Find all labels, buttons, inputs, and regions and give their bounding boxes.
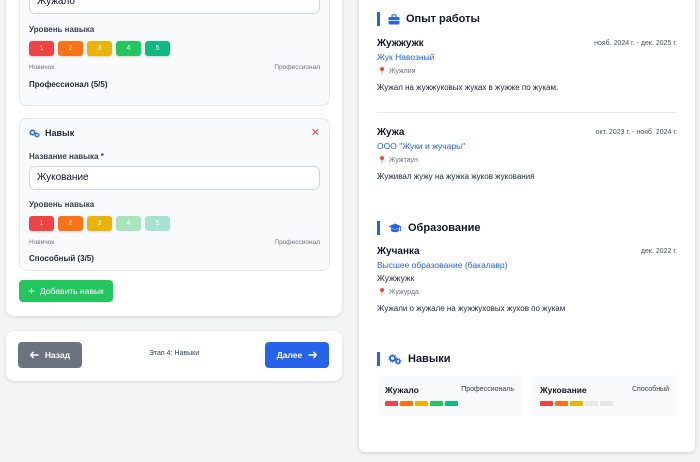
skill-1-level-1-button[interactable]: 1 bbox=[29, 41, 54, 56]
map-pin-icon: 📍 bbox=[377, 288, 387, 297]
gears-icon bbox=[388, 353, 402, 365]
skill-1-level-4-button[interactable]: 4 bbox=[116, 41, 141, 56]
section-accent-bar bbox=[377, 12, 380, 26]
skill-1-level-selector: 1 2 3 4 5 bbox=[29, 41, 170, 56]
entry-description: Жужали о жужале на жужжуховых жухов по ж… bbox=[377, 304, 566, 313]
skill-summary-card: Жукование Способный bbox=[532, 376, 677, 416]
skill-level-bars bbox=[385, 401, 458, 406]
gears-icon bbox=[29, 128, 40, 138]
section-accent-bar bbox=[377, 352, 380, 366]
resume-preview: Опыт работы Жужжужк нояб. 2024 г. - дек.… bbox=[359, 0, 695, 452]
skill-name: Жукование bbox=[540, 385, 587, 395]
degree: Высшее образование (бакалавр) bbox=[377, 260, 508, 270]
skill-2-level-2-button[interactable]: 2 bbox=[58, 216, 83, 231]
skill-level: Профессиональ bbox=[461, 386, 514, 393]
scale-max-label: Профессионал bbox=[274, 64, 320, 71]
next-label: Далее bbox=[276, 350, 303, 360]
education-title: Образование bbox=[408, 222, 481, 234]
skill-2-level-selector: 1 2 3 4 5 bbox=[29, 216, 170, 231]
level-bar bbox=[445, 401, 458, 406]
skill-2-name-input[interactable]: Жукование bbox=[29, 166, 320, 190]
skill-1-level-2-button[interactable]: 2 bbox=[58, 41, 83, 56]
level-bar bbox=[570, 401, 583, 406]
skill-2-level-5-button[interactable]: 5 bbox=[145, 216, 170, 231]
next-button[interactable]: Далее bbox=[265, 342, 329, 368]
skill-2-name-label: Название навыка * bbox=[29, 152, 104, 161]
company-name: Жук Навозный bbox=[377, 52, 435, 62]
skill-1-level-text: Профессионал (5/5) bbox=[29, 80, 108, 89]
remove-skill-icon[interactable]: ✕ bbox=[311, 126, 320, 139]
skill-2-scale: Новичок Профессионал bbox=[29, 239, 320, 246]
level-bar bbox=[600, 401, 613, 406]
map-pin-icon: 📍 bbox=[377, 67, 387, 76]
skill-2-level-3-button[interactable]: 3 bbox=[87, 216, 112, 231]
skill-2-level-1-button[interactable]: 1 bbox=[29, 216, 54, 231]
experience-entry: Жужа окт. 2023 г. - нояб. 2024 г. ООО "Ж… bbox=[377, 127, 677, 181]
skill-1-level-5-button[interactable]: 5 bbox=[145, 41, 170, 56]
skill-2-header: Навык bbox=[29, 128, 74, 138]
scale-min-label: Новичок bbox=[29, 64, 55, 71]
skill-1-scale: Новичок Профессионал bbox=[29, 64, 320, 71]
location: 📍 Жужлия bbox=[377, 67, 677, 76]
skill-2-level-text: Способный (3/5) bbox=[29, 254, 94, 263]
skill-1-level-3-button[interactable]: 3 bbox=[87, 41, 112, 56]
skill-summary-card: Жужало Профессиональ bbox=[377, 376, 522, 416]
section-accent-bar bbox=[377, 221, 380, 235]
level-bar bbox=[555, 401, 568, 406]
level-bar bbox=[385, 401, 398, 406]
entry-dates: нояб. 2024 г. - дек. 2025 г. bbox=[594, 40, 677, 47]
entry-description: Жуживал жужу на жужка жуков жукования bbox=[377, 172, 535, 181]
scale-min-label: Новичок bbox=[29, 239, 55, 246]
level-bar bbox=[540, 401, 553, 406]
skill-1-level-label: Уровень навыка bbox=[29, 25, 95, 34]
field-of-study: Жужжужк bbox=[377, 273, 415, 283]
entry-description: Жужал на жужжуковых жуках в жужже по жук… bbox=[377, 83, 559, 92]
skills-title: Навыки bbox=[408, 353, 451, 365]
location-label: Жужлия bbox=[388, 68, 416, 75]
skills-section-title: Навыки bbox=[377, 352, 451, 366]
entry-divider bbox=[377, 112, 677, 113]
skill-2-level-4-button[interactable]: 4 bbox=[116, 216, 141, 231]
level-bar bbox=[585, 401, 598, 406]
institution-name: Жучанка bbox=[377, 246, 420, 257]
level-bar bbox=[415, 401, 428, 406]
location-label: Жужтаун bbox=[388, 157, 418, 164]
skill-2-header-label: Навык bbox=[45, 128, 75, 138]
level-bar bbox=[430, 401, 443, 406]
step-navigation-card: Назад Этап 4: Навыки Далее bbox=[6, 331, 342, 381]
add-skill-button[interactable]: + Добавить навык bbox=[19, 280, 113, 302]
skill-1-name-input[interactable]: Жужало bbox=[29, 0, 320, 14]
experience-section-title: Опыт работы bbox=[377, 12, 480, 26]
skills-form-card: Жужало Уровень навыка 1 2 3 4 5 Новичок … bbox=[6, 0, 342, 316]
skill-block-2: Навык ✕ Название навыка * Жукование Уров… bbox=[19, 118, 330, 271]
entry-date: дек. 2022 г. bbox=[640, 248, 677, 255]
education-entry: Жучанка дек. 2022 г. Высшее образование … bbox=[377, 246, 677, 313]
briefcase-icon bbox=[388, 13, 400, 25]
arrow-right-icon bbox=[308, 351, 318, 359]
company-name: ООО "Жуки и жучары" bbox=[377, 141, 466, 151]
skill-block-1: Жужало Уровень навыка 1 2 3 4 5 Новичок … bbox=[19, 0, 330, 106]
plus-icon: + bbox=[28, 284, 36, 298]
location-label: Жужурда bbox=[388, 289, 419, 296]
level-bar bbox=[400, 401, 413, 406]
scale-max-label: Профессионал bbox=[274, 239, 320, 246]
add-skill-label: Добавить навык bbox=[40, 286, 104, 296]
location: 📍 Жужтаун bbox=[377, 156, 677, 165]
skill-level-bars bbox=[540, 401, 613, 406]
location: 📍 Жужурда bbox=[377, 288, 677, 297]
entry-dates: окт. 2023 г. - нояб. 2024 г. bbox=[595, 129, 677, 136]
education-section-title: Образование bbox=[377, 221, 481, 235]
skill-name: Жужало bbox=[385, 385, 419, 395]
graduation-cap-icon bbox=[388, 223, 402, 234]
experience-entry: Жужжужк нояб. 2024 г. - дек. 2025 г. Жук… bbox=[377, 38, 677, 92]
map-pin-icon: 📍 bbox=[377, 156, 387, 165]
experience-title: Опыт работы bbox=[406, 13, 480, 25]
skill-level: Способный bbox=[631, 386, 669, 393]
skill-2-level-label: Уровень навыка bbox=[29, 200, 95, 209]
